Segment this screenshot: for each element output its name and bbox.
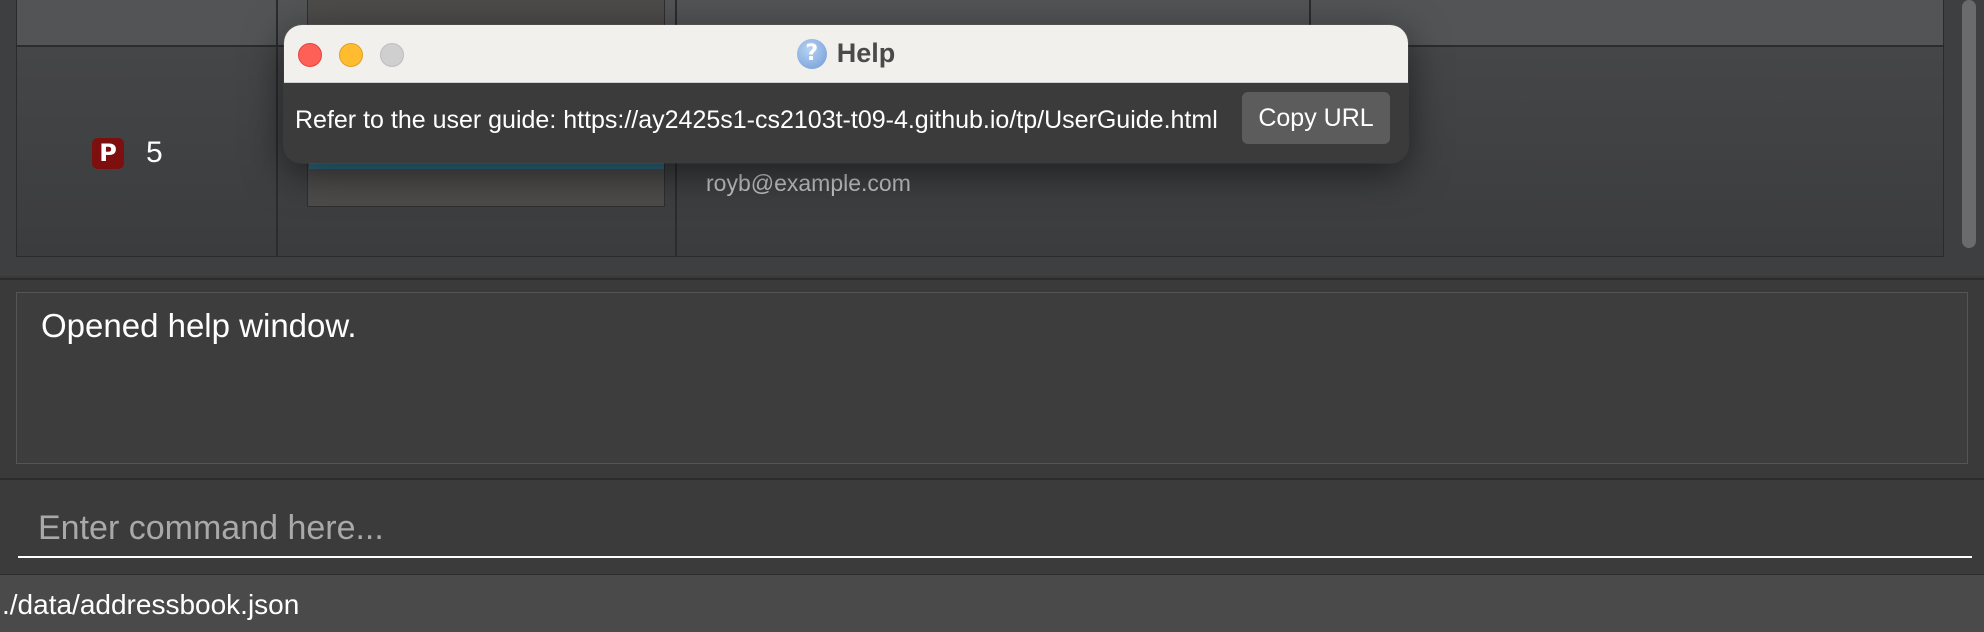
help-window-title: Help bbox=[836, 38, 896, 68]
help-window: ? Help Refer to the user guide: https://… bbox=[284, 25, 1408, 163]
help-window-titlebar[interactable]: ? Help bbox=[284, 25, 1408, 83]
copy-url-button[interactable]: Copy URL bbox=[1242, 92, 1390, 144]
command-box-panel bbox=[0, 478, 1984, 574]
person-index: 5 bbox=[146, 136, 163, 169]
help-message: Refer to the user guide: https://ay2425s… bbox=[295, 106, 1218, 134]
command-input[interactable] bbox=[18, 500, 1972, 558]
question-mark-icon: ? bbox=[796, 38, 827, 69]
status-bar: ./data/addressbook.json bbox=[0, 574, 1984, 632]
help-title-group: ? Help bbox=[284, 25, 1408, 82]
list-scrollbar[interactable] bbox=[1962, 0, 1976, 248]
result-message: Opened help window. bbox=[41, 307, 357, 344]
result-display-box: Opened help window. bbox=[16, 292, 1968, 464]
person-email: royb@example.com bbox=[706, 170, 911, 196]
save-location-path: ./data/addressbook.json bbox=[2, 589, 300, 620]
help-window-body: Refer to the user guide: https://ay2425s… bbox=[284, 83, 1408, 163]
selection-indicator bbox=[309, 162, 664, 169]
column-divider bbox=[276, 0, 278, 256]
address-book-app: P 5 royb@example.com Opened help window.… bbox=[0, 0, 1984, 632]
result-display-panel: Opened help window. bbox=[0, 278, 1984, 480]
priority-badge: P bbox=[92, 137, 124, 169]
person-index-cell: P 5 bbox=[92, 136, 163, 170]
